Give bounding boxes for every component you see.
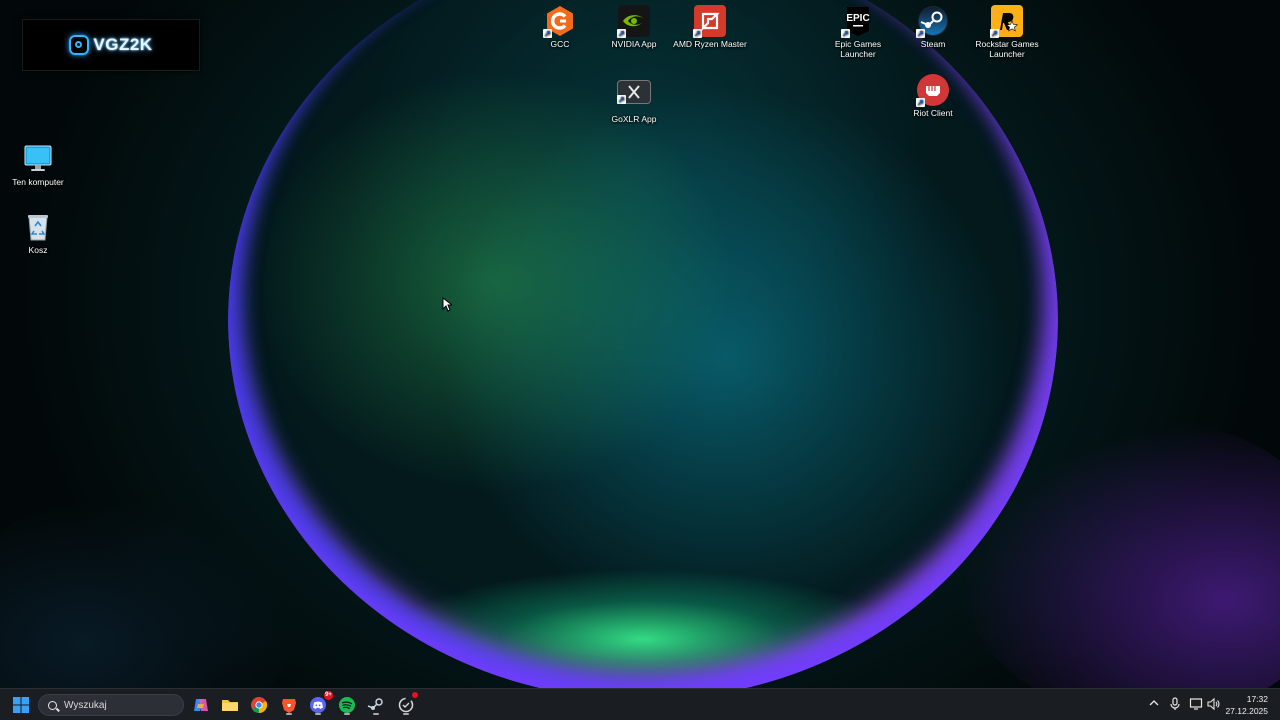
icon-label: Epic Games Launcher [834,39,882,59]
taskbar-chrome[interactable] [248,694,270,716]
icon-label: Ten komputer [12,177,64,187]
shortcut-arrow-icon: ↗ [916,29,925,38]
notification-badge: 9+ [324,691,333,700]
icon-label: Kosz [28,245,48,255]
icon-label: GCC [550,39,570,49]
running-indicator [315,713,321,715]
monitor-icon [22,143,54,175]
steam-icon [367,698,383,710]
circular-arrows-icon [398,697,414,713]
taskbar-spotify[interactable] [336,694,358,716]
folder-icon [222,700,238,711]
windows-logo-icon [13,697,29,713]
icon-label: GoXLR App [611,114,657,124]
running-indicator [286,713,292,715]
instagram-icon [69,35,90,55]
riot-fist-icon: ↗ [916,74,949,107]
epic-games-icon: EPIC ↗ [841,5,874,38]
desktop-icon-rockstar-games-launcher[interactable]: ↗ Rockstar Games Launcher [969,5,1045,59]
icon-label: Riot Client [913,108,953,118]
shortcut-arrow-icon: ↗ [543,29,552,38]
desktop-icon-recycle-bin[interactable]: Kosz [0,211,76,255]
gcc-icon: ↗ [543,5,576,38]
search-icon [48,700,57,710]
taskbar-app-unknown[interactable] [395,692,418,716]
shortcut-arrow-icon: ↗ [916,98,925,107]
goxlr-icon: ↗ [617,80,651,104]
shortcut-arrow-icon: ↗ [841,29,850,38]
shortcut-arrow-icon: ↗ [990,29,999,38]
taskbar-copilot[interactable] [190,694,212,716]
nvidia-icon: ↗ [617,5,650,38]
recycle-bin-icon [22,211,54,243]
taskbar: Wyszukaj 9+ 17:32 27.12.2025 [0,688,1280,720]
desktop-icon-riot-client[interactable]: ↗ Riot Client [895,74,971,118]
taskbar-discord[interactable]: 9+ [307,691,333,716]
show-hidden-icons-chevron-up-icon[interactable] [1147,697,1161,711]
icon-label: AMD Ryzen Master [673,39,747,49]
taskbar-brave[interactable] [278,694,300,716]
desktop-icon-amd-ryzen-master[interactable]: ↗ AMD Ryzen Master [671,5,749,49]
desktop-icon-this-pc[interactable]: Ten komputer [0,143,76,187]
rockstar-icon: ↗ [990,5,1023,38]
desktop-icon-goxlr-app[interactable]: ↗ GoXLR App [596,78,672,124]
copilot-icon [194,699,208,711]
running-indicator [373,713,379,715]
network-icon[interactable] [1189,697,1203,711]
running-indicator [403,713,409,715]
widget-brand-text: VGZ2K [93,35,153,54]
desktop-icon-epic-games-launcher[interactable]: EPIC ↗ Epic Games Launcher [820,5,896,59]
volume-icon[interactable] [1206,697,1220,711]
desktop-icon-gcc[interactable]: ↗ GCC [522,5,598,49]
spotify-icon [339,697,355,713]
desktop-icon-nvidia-app[interactable]: ↗ NVIDIA App [596,5,672,49]
icon-label: NVIDIA App [611,39,657,49]
brave-lion-icon [282,699,296,713]
icon-label: Steam [920,39,946,49]
epic-logo-text: EPIC [846,13,869,24]
notification-dot [412,692,418,698]
clock-time: 17:32 [1246,694,1268,704]
desktop-icon-steam[interactable]: ↗ Steam [895,5,971,49]
taskbar-file-explorer[interactable] [219,694,241,716]
chrome-icon [251,697,268,714]
discord-icon [310,697,326,713]
shortcut-arrow-icon: ↗ [693,29,702,38]
clock-date: 27.12.2025 [1225,706,1268,716]
amd-ryzen-icon: ↗ [693,5,726,38]
search-placeholder: Wyszukaj [64,699,107,711]
taskbar-clock[interactable]: 17:32 27.12.2025 [1225,693,1268,717]
microphone-icon[interactable] [1168,697,1182,711]
start-button[interactable] [10,694,32,716]
instagram-handle-widget[interactable]: VGZ2K [22,19,200,71]
running-indicator [344,713,350,715]
taskbar-search-box[interactable]: Wyszukaj [38,694,184,716]
taskbar-steam[interactable] [365,694,387,716]
shortcut-arrow-icon: ↗ [617,29,626,38]
mouse-cursor-icon [442,297,452,312]
icon-label: Rockstar Games Launcher [975,39,1039,59]
steam-icon: ↗ [916,5,949,38]
wallpaper-glow-left [0,500,300,688]
shortcut-arrow-icon: ↗ [617,95,626,104]
